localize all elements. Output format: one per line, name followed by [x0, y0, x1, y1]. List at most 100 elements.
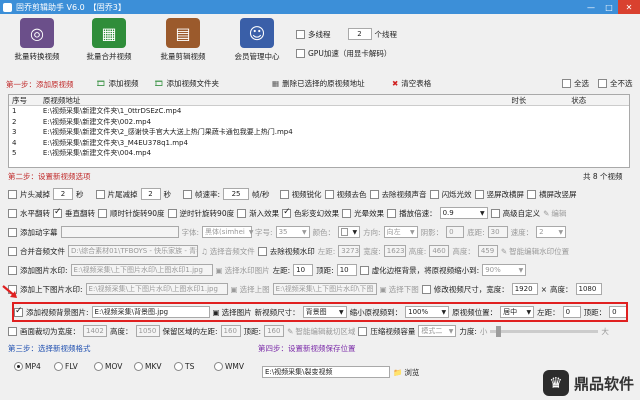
fadein-checkbox[interactable] [237, 208, 247, 218]
direction-select[interactable]: 向左 ▼ [383, 226, 418, 238]
audio-path-input[interactable]: D:\综合素材01\TFBOYS - 快乐家族 - 青春修炼手册.mp3 [68, 245, 198, 257]
head-cut-input[interactable]: 2 [53, 188, 73, 200]
top-image-input[interactable]: E:\视频采集\上下图片水印\上图水印1.jpg [85, 283, 228, 295]
flash-effect-checkbox[interactable] [429, 189, 439, 199]
close-icon[interactable]: ✕ [618, 0, 640, 14]
batch-edit-button[interactable]: ▤ 批量剪辑视频 [152, 18, 214, 62]
member-center-button[interactable]: ☺ 会员管理中心 [226, 18, 288, 62]
add-video-button[interactable]: 🎞 添加视频 [96, 78, 139, 89]
wm-left-input[interactable]: 3273 [338, 245, 361, 257]
col-index[interactable]: 序号 [9, 95, 43, 106]
hflip-checkbox[interactable] [8, 208, 17, 218]
format-option-flv[interactable]: FLV [54, 362, 84, 371]
select-wm-button[interactable]: ▣ 选择水印图片 [216, 265, 270, 276]
crop-checkbox[interactable] [8, 326, 17, 336]
advanced-custom-checkbox[interactable] [490, 208, 500, 218]
image-wm-top-input[interactable]: 10 [336, 264, 357, 276]
threads-input[interactable]: 2 [347, 28, 372, 40]
radio-button[interactable] [54, 362, 63, 371]
col-status[interactable]: 状态 [571, 95, 629, 106]
wm-width-input[interactable]: 1623 [383, 245, 406, 257]
radio-button[interactable] [174, 362, 183, 371]
multithread-option[interactable]: 多线程 2 个线程 [296, 28, 397, 40]
table-row[interactable]: 1 E:\视频采集\新建文件夹\1_0ttrDSEzC.mp4 [9, 106, 629, 117]
format-option-ts[interactable]: TS [174, 362, 204, 371]
keep-left-input[interactable]: 160 [220, 325, 241, 337]
table-row[interactable]: 5 E:\视频采集\新建文件夹\004.mp4 [9, 148, 629, 159]
scale-select[interactable]: 90% ▼ [482, 264, 527, 276]
format-option-mkv[interactable]: MKV [134, 362, 164, 371]
multithread-checkbox[interactable] [296, 29, 305, 39]
speed-checkbox[interactable] [387, 208, 397, 218]
gpu-checkbox[interactable] [296, 49, 305, 58]
speed-select[interactable]: 0.9 ▼ [439, 207, 488, 219]
framerate-input[interactable]: 25 [223, 188, 250, 200]
radio-button[interactable] [94, 362, 103, 371]
remove-watermark-checkbox[interactable] [257, 246, 267, 256]
batch-merge-button[interactable]: ▦ 批量合并视频 [78, 18, 140, 62]
head-cut-checkbox[interactable] [8, 189, 17, 199]
table-row[interactable]: 4 E:\视频采集\新建文件夹\3_M4EU378q1.mp4 [9, 138, 629, 149]
wm-height-input[interactable]: 460 [429, 245, 450, 257]
add-subtitle-checkbox[interactable] [8, 227, 17, 237]
wm-height2-input[interactable]: 459 [477, 245, 498, 257]
resize-height-input[interactable]: 1080 [575, 283, 602, 295]
sharpen-checkbox[interactable] [279, 189, 289, 199]
image-wm-left-input[interactable]: 10 [293, 264, 314, 276]
gpu-option[interactable]: GPU加速（用显卡解码） [296, 48, 391, 59]
format-option-mov[interactable]: MOV [94, 362, 124, 371]
crop-height-input[interactable]: 1050 [135, 325, 160, 337]
tail-cut-checkbox[interactable] [95, 189, 105, 199]
font-select[interactable]: 黑体(simhei ▼ [202, 226, 254, 238]
select-bottom-button[interactable]: ▣ 选择下图 [380, 284, 419, 295]
landscape-to-portrait-checkbox[interactable] [527, 189, 537, 199]
format-option-mp4[interactable]: MP4 [14, 362, 44, 371]
size-select[interactable]: 35 ▼ [275, 226, 310, 238]
color-effect-checkbox[interactable] [282, 207, 292, 218]
browse-button[interactable]: 📁 浏览 [393, 367, 419, 378]
radio-button[interactable] [134, 362, 143, 371]
video-table[interactable]: 序号 原视频地址 时长 状态 1 E:\视频采集\新建文件夹\1_0ttrDSEz… [8, 94, 630, 168]
compress-checkbox[interactable] [358, 326, 368, 336]
resize-checkbox[interactable] [421, 284, 431, 294]
bottom-input[interactable]: 30 [487, 226, 508, 238]
virtual-border-checkbox[interactable] [359, 265, 369, 275]
table-row[interactable]: 2 E:\视频采集\新建文件夹\002.mp4 [9, 117, 629, 128]
subtitle-speed-select[interactable]: 2 ▼ [536, 226, 567, 238]
light-effect-checkbox[interactable] [342, 208, 352, 218]
strength-slider[interactable] [490, 325, 599, 337]
save-path-input[interactable]: E:\视频采集\裂变视频 [262, 366, 390, 378]
resize-width-input[interactable]: 1920 [511, 283, 538, 295]
rot90cw-checkbox[interactable] [98, 208, 107, 218]
merge-audio-checkbox[interactable] [8, 246, 17, 256]
framerate-checkbox[interactable] [183, 189, 192, 199]
edit-button[interactable]: ✎ 编辑 [543, 208, 566, 219]
portrait-to-landscape-checkbox[interactable] [474, 189, 484, 199]
keep-top-input[interactable]: 160 [264, 325, 285, 337]
tail-cut-input[interactable]: 2 [140, 188, 161, 200]
batch-convert-button[interactable]: ◎ 批量转换视频 [6, 18, 68, 62]
wm-image-path-input[interactable]: E:\视频采集\上下图片水印\上图水印1.jpg [70, 264, 213, 276]
deselect-all-button[interactable]: 全不选 [598, 78, 633, 89]
add-folder-button[interactable]: 🎞 添加视频文件夹 [154, 78, 219, 89]
smart-crop-button[interactable]: ✎ 智能编辑裁切区域 [287, 326, 355, 337]
vflip-checkbox[interactable] [53, 207, 62, 218]
rot90ccw-checkbox[interactable] [167, 208, 177, 218]
format-option-wmv[interactable]: WMV [214, 362, 244, 371]
decolor-checkbox[interactable] [324, 189, 334, 199]
col-duration[interactable]: 时长 [511, 95, 571, 106]
table-row[interactable]: 3 E:\视频采集\新建文件夹\2_感谢快手官大大送上热门果蔬卡通包我要上热门.m… [9, 127, 629, 138]
subtitle-input[interactable] [60, 226, 179, 238]
minimize-icon[interactable]: — [582, 0, 600, 14]
bottom-image-input[interactable]: E:\视频采集\上下图片水印\下图 [272, 283, 377, 295]
mode-select[interactable]: 模式二 ▼ [418, 325, 457, 337]
slider-thumb[interactable] [496, 325, 502, 337]
add-image-wm-checkbox[interactable] [8, 265, 17, 275]
shadow-input[interactable]: 0 [446, 226, 465, 238]
select-top-button[interactable]: ▣ 选择上图 [231, 284, 270, 295]
smart-wm-button[interactable]: ✎ 智能编辑水印位置 [501, 246, 569, 257]
radio-button[interactable] [214, 362, 223, 371]
color-select[interactable]: ▼ [338, 226, 361, 238]
col-path[interactable]: 原视频地址 [43, 95, 511, 106]
crop-width-input[interactable]: 1402 [83, 325, 107, 337]
